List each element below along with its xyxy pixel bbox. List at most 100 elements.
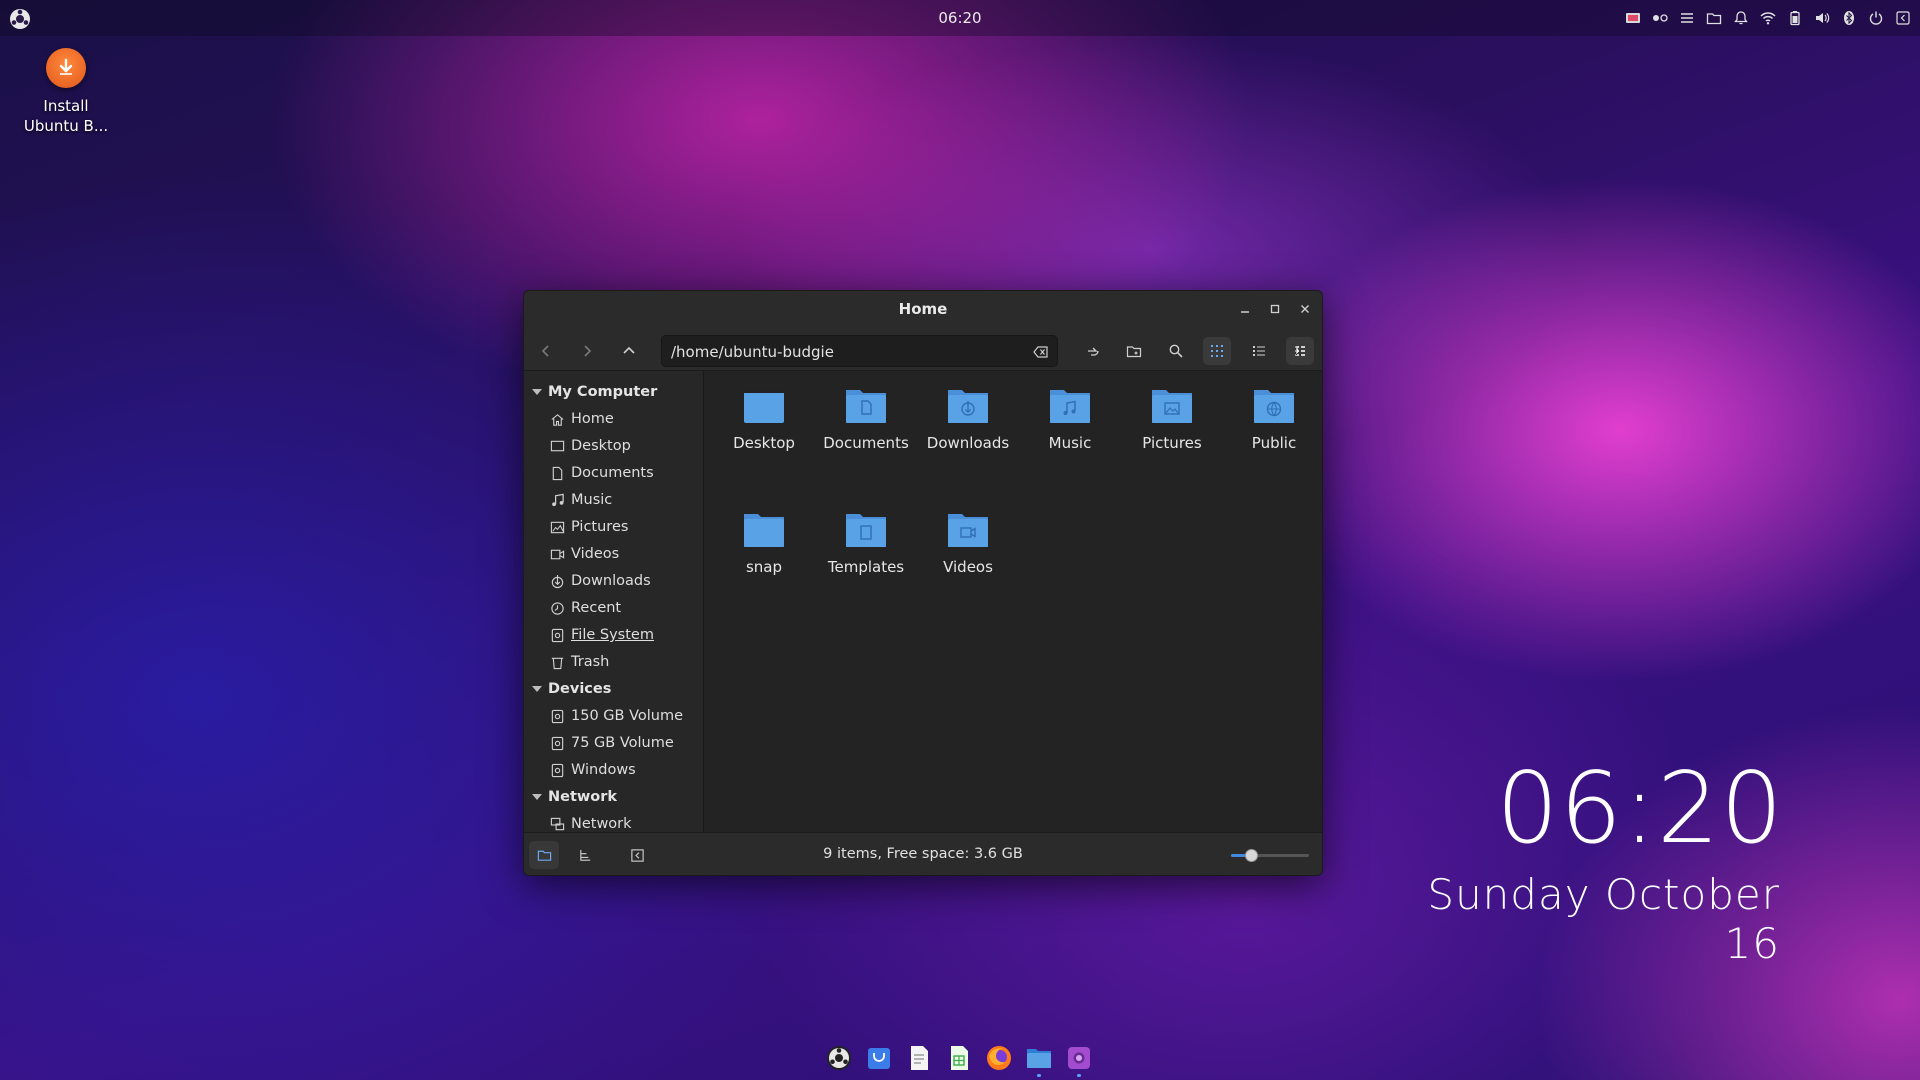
list-view-button[interactable] (1245, 337, 1273, 365)
folder-public-icon (1254, 390, 1294, 423)
zoom-slider[interactable] (1231, 849, 1309, 862)
location-bar[interactable]: /home/ubuntu-budgie (661, 335, 1058, 367)
sidebar-item-label: File System (571, 627, 654, 643)
notification-bell-icon[interactable] (1732, 9, 1750, 27)
dock-text-editor-icon[interactable] (903, 1042, 935, 1074)
section-network[interactable]: Network (532, 786, 617, 808)
forward-button[interactable] (573, 337, 601, 365)
sidebar-item-label: 150 GB Volume (571, 708, 684, 724)
folder-item-public[interactable]: Public (1224, 386, 1322, 452)
icon-view-button[interactable] (1203, 337, 1231, 365)
window-titlebar[interactable]: Home (524, 291, 1322, 327)
compact-view-button[interactable] (1286, 337, 1314, 365)
dock-budgie-welcome-icon[interactable] (823, 1042, 855, 1074)
sidebar-item-downloads[interactable]: Downloads (550, 570, 651, 592)
section-devices[interactable]: Devices (532, 678, 611, 700)
video-icon (550, 549, 565, 559)
file-name: Desktop (733, 434, 795, 452)
minimize-button[interactable] (1236, 300, 1254, 318)
file-name: Documents (823, 434, 909, 452)
file-name: Music (1048, 434, 1092, 452)
network-icon (550, 817, 565, 830)
close-button[interactable] (1296, 300, 1314, 318)
clear-location-icon[interactable] (1031, 342, 1051, 362)
folder-item-downloads[interactable]: Downloads (918, 386, 1018, 452)
folder-music-icon (1050, 390, 1090, 423)
maximize-button[interactable] (1266, 300, 1284, 318)
bluetooth-icon[interactable] (1840, 9, 1858, 27)
volume-icon[interactable] (1813, 9, 1831, 27)
location-path[interactable]: /home/ubuntu-budgie (671, 343, 834, 361)
folder-tray-icon[interactable] (1705, 9, 1723, 27)
wifi-icon[interactable] (1759, 9, 1777, 27)
folder-item-desktop[interactable]: Desktop (714, 386, 814, 452)
workspace-switcher-icon[interactable] (1651, 9, 1669, 27)
power-icon[interactable] (1867, 9, 1885, 27)
folder-item-snap[interactable]: snap (714, 510, 814, 576)
sidebar-item-windows[interactable]: Windows (550, 759, 636, 781)
hide-sidebar-button[interactable] (622, 841, 652, 869)
sidebar-item-recent[interactable]: Recent (550, 597, 621, 619)
sidebar-item-label: Recent (571, 600, 622, 616)
search-icon[interactable] (1162, 337, 1190, 365)
folder-item-pictures[interactable]: Pictures (1122, 386, 1222, 452)
drive-icon (551, 763, 564, 777)
show-places-button[interactable] (529, 841, 559, 869)
sidebar-item-desktop[interactable]: Desktop (550, 435, 631, 457)
dock-file-manager-icon[interactable] (1023, 1042, 1055, 1077)
sidebar-item-file-system[interactable]: File System (550, 624, 654, 646)
raven-sidebar-icon[interactable] (1894, 9, 1912, 27)
file-manager-window: Home /home/ubuntu-budgie My Computer Hom… (523, 290, 1323, 876)
folder-item-videos[interactable]: Videos (918, 510, 1018, 576)
back-button[interactable] (532, 337, 560, 365)
sidebar-item-label: Windows (571, 762, 636, 778)
expander-icon (532, 686, 542, 692)
folder-templates-icon (846, 514, 886, 547)
dock-firefox-icon[interactable] (983, 1042, 1015, 1074)
up-button[interactable] (615, 337, 643, 365)
budgie-menu-icon[interactable] (9, 8, 31, 30)
sidebar-item-75gb-volume[interactable]: 75 GB Volume (550, 732, 674, 754)
file-view[interactable]: Desktop Documents Downloads Music Pictur… (704, 371, 1322, 832)
tree-icon (579, 849, 590, 861)
show-treeview-button[interactable] (570, 841, 600, 869)
toggle-location-icon[interactable] (1079, 337, 1107, 365)
folder-item-templates[interactable]: Templates (816, 510, 916, 576)
section-title: My Computer (548, 384, 658, 400)
sidebar-item-documents[interactable]: Documents (550, 462, 654, 484)
folder-item-music[interactable]: Music (1020, 386, 1120, 452)
folder-pictures-icon (1152, 390, 1192, 423)
download-icon (551, 574, 564, 588)
sidebar-item-trash[interactable]: Trash (550, 651, 609, 673)
sidebar-item-videos[interactable]: Videos (550, 543, 619, 565)
desktop-icon (550, 440, 565, 451)
home-icon (551, 413, 564, 426)
desktop-clock-date: Sunday October 16 (1427, 870, 1780, 968)
sidebar-item-music[interactable]: Music (550, 489, 612, 511)
screen-recorder-icon[interactable] (1624, 9, 1642, 27)
zoom-slider-handle[interactable] (1244, 849, 1258, 862)
sidebar-item-label: 75 GB Volume (571, 735, 674, 751)
folder-icon (744, 514, 784, 547)
folder-sidebar-icon (537, 850, 551, 861)
menu-list-icon[interactable] (1678, 9, 1696, 27)
section-title: Network (548, 789, 618, 805)
folder-item-documents[interactable]: Documents (816, 386, 916, 452)
sidebar-item-label: Music (571, 492, 613, 508)
drive-icon (551, 628, 564, 642)
file-name: Public (1251, 434, 1297, 452)
dock-software-store-icon[interactable] (863, 1042, 895, 1074)
battery-icon[interactable] (1786, 9, 1804, 27)
expander-icon (532, 794, 542, 800)
sidebar-item-home[interactable]: Home (550, 408, 614, 430)
folder-desktop-icon (744, 389, 784, 423)
dock-spreadsheet-icon[interactable] (943, 1042, 975, 1074)
sidebar-item-label: Desktop (571, 438, 631, 454)
install-ubuntu-budgie-launcher[interactable]: Install Ubuntu B... (16, 48, 116, 136)
sidebar-item-150gb-volume[interactable]: 150 GB Volume (550, 705, 683, 727)
install-ubuntu-label: Install Ubuntu B... (23, 97, 109, 135)
sidebar-item-pictures[interactable]: Pictures (550, 516, 628, 538)
dock-screenshot-icon[interactable] (1063, 1042, 1095, 1077)
new-folder-icon[interactable] (1120, 337, 1148, 365)
section-my-computer[interactable]: My Computer (532, 381, 657, 403)
